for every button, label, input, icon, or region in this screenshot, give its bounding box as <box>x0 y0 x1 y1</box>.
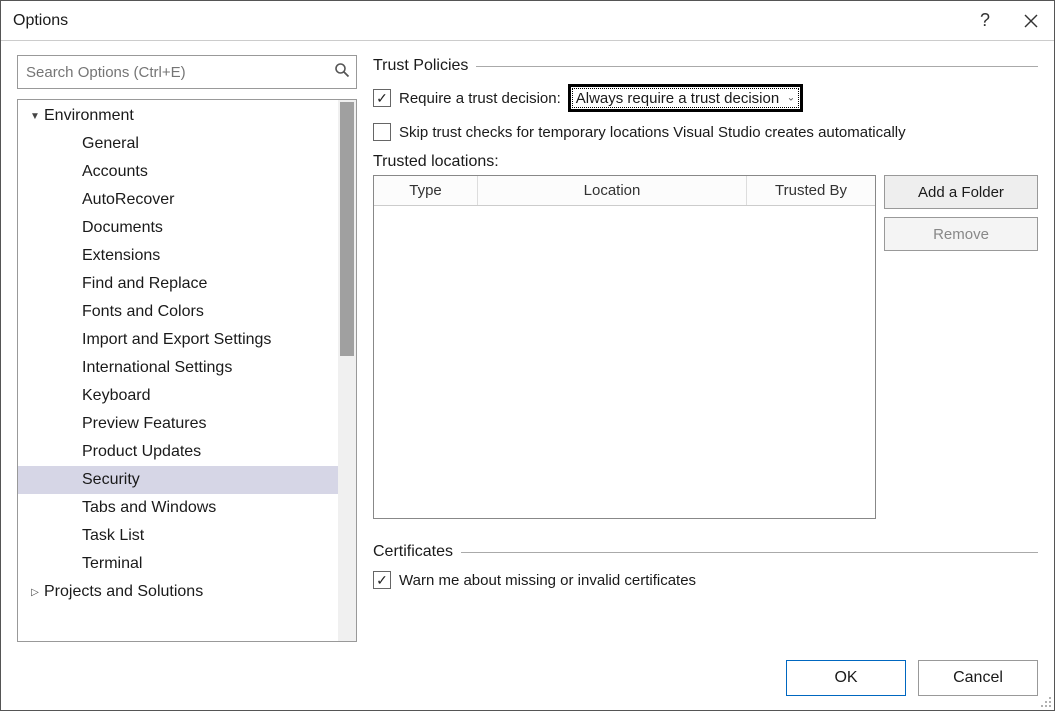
options-tree[interactable]: ▼Environment General Accounts AutoRecover Do… <box>17 99 357 642</box>
tree-item-terminal[interactable]: Terminal <box>18 550 356 578</box>
resize-grip-icon[interactable] <box>1038 694 1052 708</box>
divider <box>476 66 1038 67</box>
add-folder-button[interactable]: Add a Folder <box>884 175 1038 209</box>
tree-item-label: Terminal <box>82 555 142 573</box>
title-bar: Options ? <box>1 1 1054 41</box>
require-trust-label: Require a trust decision: <box>399 90 561 107</box>
col-type[interactable]: Type <box>374 176 478 205</box>
col-location[interactable]: Location <box>478 176 747 205</box>
search-input[interactable] <box>17 55 357 89</box>
cancel-button[interactable]: Cancel <box>918 660 1038 696</box>
tree-item-label: Task List <box>82 527 144 545</box>
chevron-down-icon: ⌄ <box>787 93 795 104</box>
tree-item-keyboard[interactable]: Keyboard <box>18 382 356 410</box>
divider <box>461 552 1038 553</box>
tree-item-import-and-export-settings[interactable]: Import and Export Settings <box>18 326 356 354</box>
close-icon <box>1024 14 1038 28</box>
tree-scrollbar[interactable] <box>338 100 356 641</box>
skip-trust-checkbox[interactable] <box>373 123 391 141</box>
tree-item-label: Documents <box>82 219 163 237</box>
tree-item-label: AutoRecover <box>82 191 175 209</box>
tree-item-extensions[interactable]: Extensions <box>18 242 356 270</box>
tree-item-general[interactable]: General <box>18 130 356 158</box>
tree-item-label: Environment <box>44 107 134 125</box>
tree-item-documents[interactable]: Documents <box>18 214 356 242</box>
trusted-locations-table[interactable]: Type Location Trusted By <box>373 175 876 519</box>
tree-item-label: Projects and Solutions <box>44 583 203 601</box>
trust-policies-group-label: Trust Policies <box>373 57 468 75</box>
tree-item-label: Extensions <box>82 247 160 265</box>
tree-item-label: Import and Export Settings <box>82 331 271 349</box>
dialog-title: Options <box>13 12 962 30</box>
tree-item-label: Accounts <box>82 163 148 181</box>
tree-item-label: International Settings <box>82 359 232 377</box>
trust-decision-dropdown[interactable]: Always require a trust decision ⌄ <box>569 85 802 111</box>
tree-item-security[interactable]: Security <box>18 466 356 494</box>
help-button[interactable]: ? <box>962 1 1008 40</box>
tree-item-label: General <box>82 135 139 153</box>
tree-item-accounts[interactable]: Accounts <box>18 158 356 186</box>
tree-item-label: Find and Replace <box>82 275 207 293</box>
trusted-locations-label: Trusted locations: <box>373 153 1038 171</box>
tree-item-international-settings[interactable]: International Settings <box>18 354 356 382</box>
certificates-group-label: Certificates <box>373 543 453 561</box>
table-header: Type Location Trusted By <box>374 176 875 206</box>
tree-item-label: Keyboard <box>82 387 151 405</box>
tree-item-label: Tabs and Windows <box>82 499 216 517</box>
tree-item-find-and-replace[interactable]: Find and Replace <box>18 270 356 298</box>
trust-decision-selected: Always require a trust decision <box>576 90 779 107</box>
ok-button[interactable]: OK <box>786 660 906 696</box>
chevron-down-icon: ▼ <box>26 111 44 122</box>
tree-item-task-list[interactable]: Task List <box>18 522 356 550</box>
tree-item-label: Product Updates <box>82 443 201 461</box>
warn-certificates-label: Warn me about missing or invalid certifi… <box>399 572 696 589</box>
require-trust-checkbox[interactable] <box>373 89 391 107</box>
skip-trust-label: Skip trust checks for temporary location… <box>399 124 906 141</box>
tree-item-projects-and-solutions[interactable]: ▷Projects and Solutions <box>18 578 356 606</box>
tree-item-preview-features[interactable]: Preview Features <box>18 410 356 438</box>
warn-certificates-checkbox[interactable] <box>373 571 391 589</box>
tree-scroll-thumb[interactable] <box>340 102 354 356</box>
tree-item-tabs-and-windows[interactable]: Tabs and Windows <box>18 494 356 522</box>
tree-item-label: Fonts and Colors <box>82 303 204 321</box>
tree-item-environment[interactable]: ▼Environment <box>18 102 356 130</box>
tree-item-fonts-and-colors[interactable]: Fonts and Colors <box>18 298 356 326</box>
close-button[interactable] <box>1008 1 1054 40</box>
col-trusted-by[interactable]: Trusted By <box>747 176 875 205</box>
remove-button[interactable]: Remove <box>884 217 1038 251</box>
tree-item-product-updates[interactable]: Product Updates <box>18 438 356 466</box>
tree-item-label: Security <box>82 471 140 489</box>
help-icon: ? <box>980 10 990 31</box>
search-icon <box>334 62 350 82</box>
tree-item-label: Preview Features <box>82 415 207 433</box>
tree-item-autorecover[interactable]: AutoRecover <box>18 186 356 214</box>
chevron-right-icon: ▷ <box>26 587 44 598</box>
